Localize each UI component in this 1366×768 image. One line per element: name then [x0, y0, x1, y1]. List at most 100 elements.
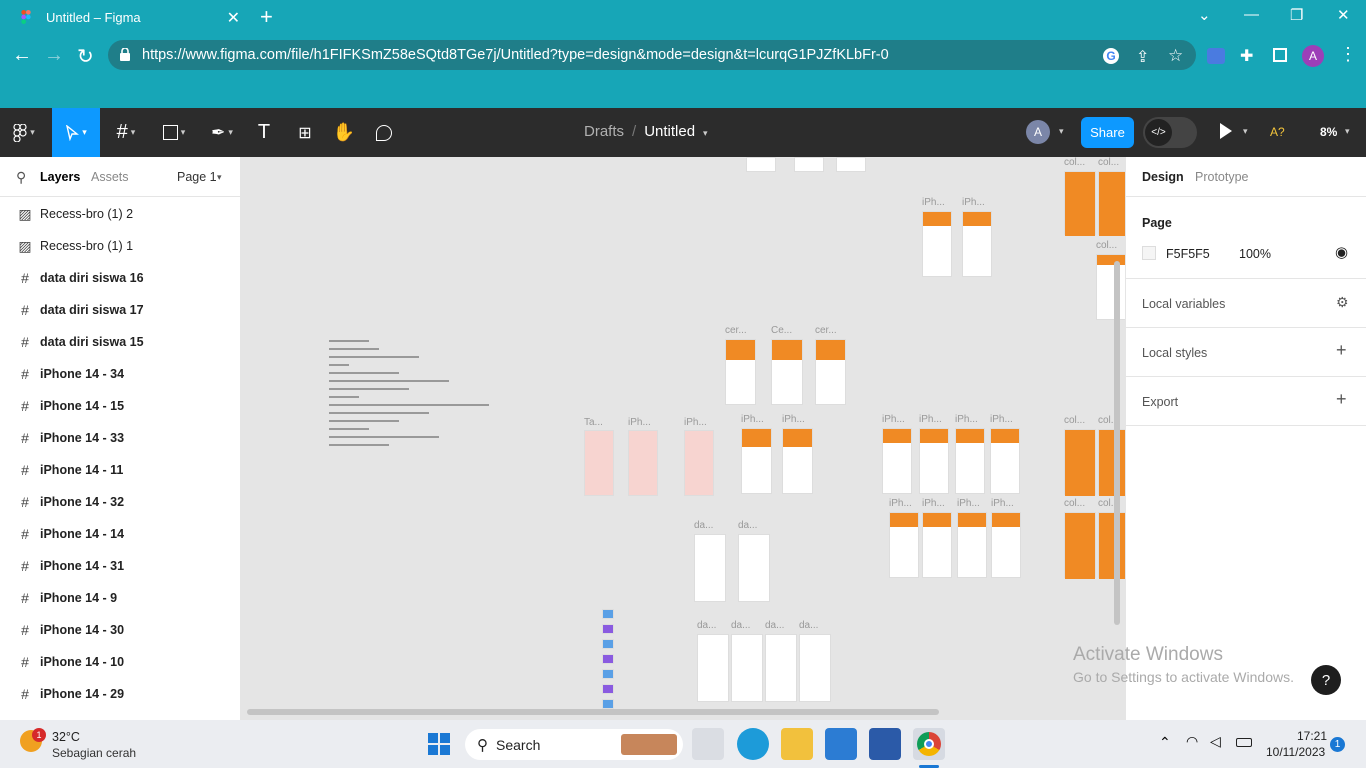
canvas-frame[interactable] — [957, 512, 987, 578]
component-swatch[interactable] — [602, 684, 614, 694]
canvas-frame[interactable] — [731, 634, 763, 702]
canvas-frame[interactable] — [1098, 429, 1125, 496]
battery-icon[interactable] — [1236, 738, 1252, 747]
present-chevron-icon[interactable]: ▾ — [1243, 126, 1248, 137]
layer-row[interactable]: # iPhone 14 - 9 — [0, 582, 240, 614]
layer-row[interactable]: # data diri siswa 17 — [0, 294, 240, 326]
layer-row[interactable]: # iPhone 14 - 32 — [0, 486, 240, 518]
layer-row[interactable]: # data diri siswa 15 — [0, 326, 240, 358]
pen-tool-button[interactable]: ✒ ▾ — [200, 108, 244, 157]
design-canvas[interactable]: iPh... iPh... col... col... col... cer... Ce..… — [241, 157, 1125, 720]
tab-design[interactable]: Design — [1142, 170, 1184, 184]
layer-row[interactable]: # iPhone 14 - 11 — [0, 454, 240, 486]
zoom-level[interactable]: 8% — [1320, 125, 1337, 139]
taskbar-search[interactable]: ⚲ Search — [465, 729, 683, 760]
shape-tool-button[interactable]: ▾ — [152, 108, 196, 157]
side-panel-icon[interactable] — [1273, 48, 1287, 62]
url-field[interactable]: https://www.figma.com/file/h1FIFKSmZ58eS… — [108, 40, 1196, 70]
frame-label[interactable]: iPh... — [991, 498, 1014, 509]
file-name[interactable]: Untitled — [644, 123, 695, 140]
frame-label[interactable]: da... — [697, 620, 716, 631]
task-view-icon[interactable] — [692, 728, 724, 760]
frame-label[interactable]: col... — [1064, 415, 1085, 426]
canvas-frame[interactable] — [725, 339, 756, 405]
edge-browser-icon[interactable] — [737, 728, 769, 760]
canvas-frame[interactable] — [919, 428, 949, 494]
add-style-icon[interactable]: + — [1336, 340, 1347, 361]
tab-search-icon[interactable]: ⌄ — [1198, 6, 1211, 24]
tab-layers[interactable]: Layers — [40, 170, 80, 184]
profile-avatar[interactable]: A — [1302, 45, 1324, 67]
frame-label[interactable]: da... — [765, 620, 784, 631]
canvas-frame[interactable] — [922, 211, 952, 277]
frame-label[interactable]: da... — [738, 520, 757, 531]
tab-prototype[interactable]: Prototype — [1195, 170, 1249, 184]
vscode-icon[interactable] — [825, 728, 857, 760]
canvas-frame[interactable] — [962, 211, 992, 277]
browser-menu-icon[interactable]: ⋮ — [1339, 44, 1357, 65]
canvas-frame[interactable] — [889, 512, 919, 578]
canvas-frame[interactable] — [1064, 171, 1096, 236]
page-opacity-value[interactable]: 100% — [1239, 247, 1271, 261]
frame-label[interactable]: da... — [731, 620, 750, 631]
frame-label[interactable]: iPh... — [957, 498, 980, 509]
canvas-frame[interactable] — [799, 634, 831, 702]
visibility-eye-icon[interactable]: ◉ — [1335, 243, 1348, 261]
canvas-frame[interactable] — [882, 428, 912, 494]
canvas-frame[interactable] — [771, 339, 803, 405]
frame-label[interactable]: col... — [1096, 240, 1117, 251]
component-swatch[interactable] — [602, 639, 614, 649]
component-swatch[interactable] — [602, 699, 614, 709]
restore-icon[interactable]: ❐ — [1290, 6, 1303, 24]
text-tool-button[interactable]: T — [248, 108, 280, 157]
layer-row[interactable]: # iPhone 14 - 31 — [0, 550, 240, 582]
new-tab-icon[interactable]: + — [260, 4, 273, 30]
canvas-frame[interactable] — [697, 634, 729, 702]
reload-icon[interactable]: ↻ — [77, 44, 94, 69]
frame-label[interactable]: iPh... — [882, 414, 905, 425]
hand-tool-button[interactable]: ✋ — [328, 108, 360, 157]
avatar-chevron-icon[interactable]: ▾ — [1059, 126, 1064, 137]
minimize-icon[interactable]: — — [1244, 6, 1259, 23]
frame-tool-button[interactable]: # ▾ — [104, 108, 148, 157]
canvas-frame[interactable] — [782, 428, 813, 494]
frame-label[interactable]: col... — [1064, 498, 1085, 509]
present-play-icon[interactable] — [1220, 123, 1232, 139]
horizontal-scrollbar[interactable] — [247, 709, 939, 715]
clock-time[interactable]: 17:21 — [1297, 729, 1327, 743]
windows-start-icon[interactable] — [428, 733, 450, 755]
close-window-icon[interactable]: ✕ — [1337, 6, 1350, 24]
variables-settings-icon[interactable]: ⚙ — [1336, 294, 1349, 311]
share-button[interactable]: Share — [1081, 117, 1134, 148]
frame-label[interactable]: Ce... — [771, 325, 792, 336]
share-page-icon[interactable]: ⇪ — [1136, 47, 1149, 67]
frame-label[interactable]: col... — [1064, 157, 1085, 168]
component-swatch[interactable] — [602, 609, 614, 619]
canvas-frame[interactable] — [990, 428, 1020, 494]
user-avatar[interactable]: A — [1026, 120, 1050, 144]
weather-desc[interactable]: Sebagian cerah — [52, 746, 136, 760]
layer-row[interactable]: # iPhone 14 - 33 — [0, 422, 240, 454]
breadcrumb-drafts[interactable]: Drafts — [584, 123, 624, 140]
close-tab-icon[interactable]: ✕ — [227, 8, 240, 28]
frame-label[interactable]: iPh... — [955, 414, 978, 425]
canvas-frame[interactable] — [694, 534, 726, 602]
frame-label[interactable]: cer... — [725, 325, 747, 336]
frame-label[interactable]: iPh... — [782, 414, 805, 425]
bookmark-star-icon[interactable]: ☆ — [1168, 46, 1183, 66]
page-chevron-icon[interactable]: ▾ — [217, 172, 222, 183]
frame-label[interactable]: iPh... — [922, 498, 945, 509]
frame-label[interactable]: da... — [799, 620, 818, 631]
layer-row[interactable]: # iPhone 14 - 30 — [0, 614, 240, 646]
frame-label[interactable]: iPh... — [889, 498, 912, 509]
canvas-frame[interactable] — [741, 428, 772, 494]
frame-label[interactable]: Ta... — [584, 417, 603, 428]
volume-icon[interactable]: ◁ — [1210, 733, 1221, 750]
canvas-frame[interactable] — [1098, 171, 1125, 236]
vertical-scrollbar[interactable] — [1114, 261, 1120, 625]
wifi-icon[interactable]: ◠ — [1186, 733, 1198, 750]
component-swatch[interactable] — [602, 669, 614, 679]
canvas-frame[interactable] — [584, 430, 614, 496]
frame-label[interactable]: iPh... — [919, 414, 942, 425]
chrome-icon[interactable] — [913, 728, 945, 760]
